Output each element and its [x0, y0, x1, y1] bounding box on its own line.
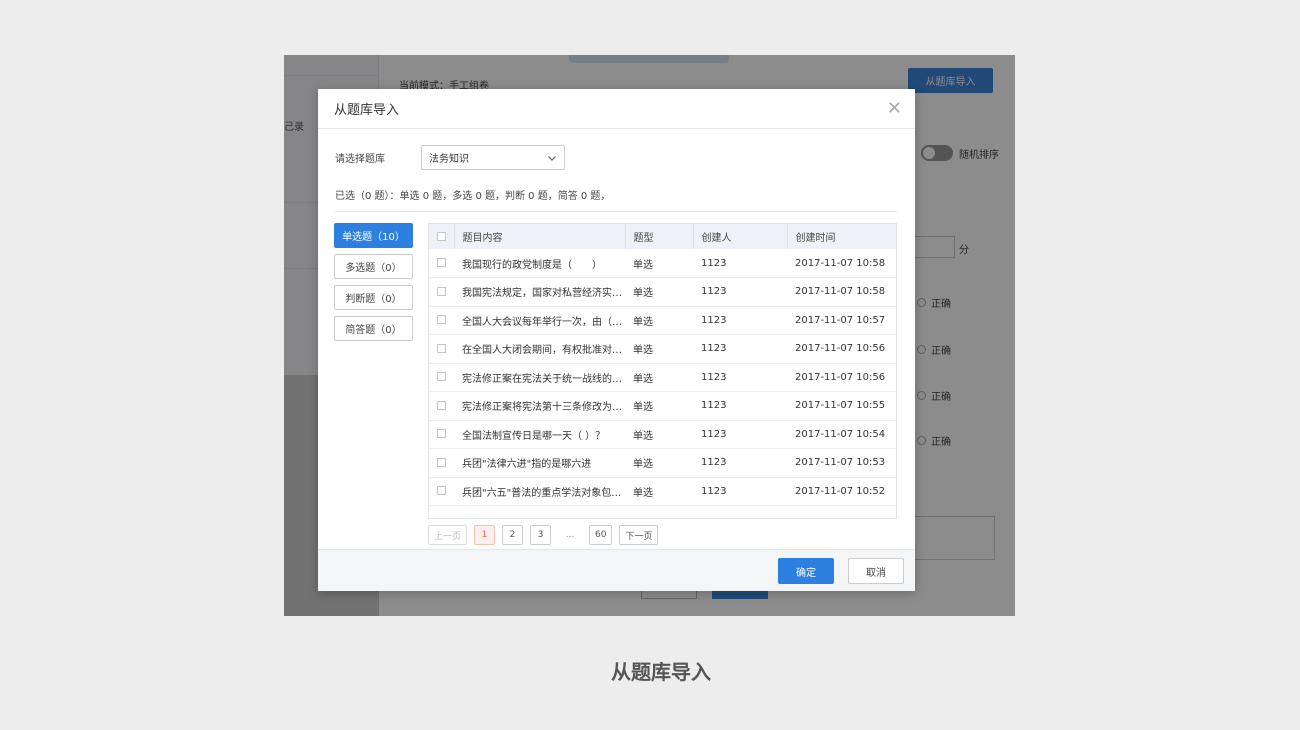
created-time-cell: 2017-11-07 10:54 — [787, 420, 896, 449]
question-type-tabs: 单选题（10） 多选题（0） 判断题（0） 简答题（0） — [334, 223, 413, 347]
table-row[interactable]: 我国现行的政党制度是（ ）单选 1123 2017-11-07 10:58 — [429, 249, 896, 278]
column-header: 创建人 — [693, 224, 788, 249]
bank-select-row: 请选择题库 法务知识 — [335, 145, 565, 170]
table-row[interactable]: 全国法制宣传日是哪一天（ ）？ 单选 1123 2017-11-07 10:54 — [429, 420, 896, 449]
created-time-cell: 2017-11-07 10:58 — [787, 249, 896, 278]
tab-true-false[interactable]: 判断题（0） — [334, 285, 413, 310]
creator-cell: 1123 — [693, 448, 787, 478]
import-modal: 从题库导入 ✕ 请选择题库 法务知识 已选（0 题）：单选 0 题，多选 0 题… — [318, 89, 915, 591]
creator-cell: 1123 — [693, 420, 787, 449]
question-table: 题目内容 题型 创建人 创建时间 我国现行的政党制度是（ ）单选 1123 2017… — [428, 223, 897, 519]
bank-label: 请选择题库 — [335, 154, 385, 165]
created-time-cell: 2017-11-07 10:56 — [787, 363, 896, 392]
table-row[interactable]: 兵团"法律六进"指的是哪六进 单选 1123 2017-11-07 10:53 — [429, 448, 896, 478]
select-all-cell — [429, 224, 455, 249]
row-checkbox[interactable] — [437, 315, 446, 325]
question-content-cell: 兵团"六五"普法的重点学法对象包… — [454, 477, 625, 506]
creator-cell: 1123 — [693, 249, 787, 278]
created-time-cell: 2017-11-07 10:58 — [787, 277, 896, 307]
question-content-cell: 兵团"法律六进"指的是哪六进 — [454, 448, 625, 478]
cancel-button[interactable]: 取消 — [848, 558, 904, 584]
creator-cell: 1123 — [693, 477, 787, 506]
table-row[interactable]: 宪法修正案将宪法第十三条修改为… 单选 1123 2017-11-07 10:55 — [429, 391, 896, 421]
row-checkbox-cell — [429, 420, 454, 449]
bank-select[interactable]: 法务知识 — [421, 145, 565, 170]
row-checkbox-cell — [429, 448, 454, 478]
modal-header: 从题库导入 ✕ — [318, 89, 915, 129]
row-checkbox-cell — [429, 477, 454, 506]
modal-title: 从题库导入 — [334, 103, 400, 118]
row-checkbox-cell — [429, 334, 454, 364]
created-time-cell: 2017-11-07 10:53 — [787, 448, 896, 478]
table-row[interactable]: 在全国人大闭会期间，有权批准对… 单选 1123 2017-11-07 10:56 — [429, 334, 896, 364]
chevron-down-icon — [548, 155, 556, 161]
pagination: 上一页 1 2 3 ... 60 下一页 — [428, 525, 665, 545]
page-button[interactable]: 1 — [474, 525, 496, 545]
column-header: 题型 — [625, 224, 694, 249]
row-checkbox-cell — [429, 363, 454, 392]
bank-select-value: 法务知识 — [429, 154, 469, 165]
page-button[interactable]: 3 — [530, 525, 552, 545]
creator-cell: 1123 — [693, 277, 787, 307]
row-checkbox[interactable] — [437, 372, 446, 382]
row-checkbox-cell — [429, 277, 454, 307]
table-row[interactable]: 宪法修正案在宪法关于统一战线的… 单选 1123 2017-11-07 10:56 — [429, 363, 896, 392]
question-content-cell: 宪法修正案将宪法第十三条修改为… — [454, 391, 625, 421]
row-checkbox-cell — [429, 249, 454, 278]
row-checkbox[interactable] — [437, 286, 446, 296]
row-checkbox-cell — [429, 306, 454, 335]
divider — [335, 211, 897, 212]
question-type-cell: 单选 — [625, 249, 693, 278]
page-ellipsis: ... — [558, 525, 583, 545]
row-checkbox[interactable] — [437, 457, 446, 467]
table-row[interactable]: 全国人大会议每年举行一次，由（… 单选 1123 2017-11-07 10:57 — [429, 306, 896, 335]
question-content-cell: 在全国人大闭会期间，有权批准对… — [454, 334, 625, 364]
tab-multiple-choice[interactable]: 多选题（0） — [334, 254, 413, 279]
created-time-cell: 2017-11-07 10:52 — [787, 477, 896, 506]
confirm-button[interactable]: 确定 — [778, 558, 834, 584]
tab-short-answer[interactable]: 简答题（0） — [334, 316, 413, 341]
question-content-cell: 我国现行的政党制度是（ ） — [454, 249, 625, 278]
next-page-button[interactable]: 下一页 — [619, 525, 659, 545]
question-content-cell: 全国法制宣传日是哪一天（ ）？ — [454, 420, 625, 449]
last-page-button[interactable]: 60 — [589, 525, 613, 545]
table-row[interactable]: 我国宪法规定，国家对私营经济实… 单选 1123 2017-11-07 10:58 — [429, 277, 896, 307]
page-button[interactable]: 2 — [502, 525, 524, 545]
modal-footer: 确定 取消 — [318, 549, 915, 591]
created-time-cell: 2017-11-07 10:56 — [787, 334, 896, 364]
close-icon[interactable]: ✕ — [887, 99, 902, 118]
question-type-cell: 单选 — [625, 334, 693, 364]
question-type-cell: 单选 — [625, 448, 693, 478]
column-header: 创建时间 — [795, 233, 836, 244]
created-time-cell: 2017-11-07 10:55 — [787, 391, 896, 421]
select-all-checkbox[interactable] — [437, 231, 446, 241]
row-checkbox[interactable] — [437, 400, 446, 410]
row-checkbox[interactable] — [437, 486, 446, 496]
tab-single-choice[interactable]: 单选题（10） — [334, 223, 413, 248]
row-checkbox[interactable] — [437, 429, 446, 439]
creator-cell: 1123 — [693, 363, 787, 392]
question-type-cell: 单选 — [625, 363, 693, 392]
question-type-cell: 单选 — [625, 277, 693, 307]
creator-cell: 1123 — [693, 306, 787, 335]
question-type-cell: 单选 — [625, 477, 693, 506]
row-checkbox[interactable] — [437, 343, 446, 353]
question-type-cell: 单选 — [625, 420, 693, 449]
page-caption: 从题库导入 — [611, 660, 711, 684]
creator-cell: 1123 — [693, 391, 787, 421]
question-content-cell: 我国宪法规定，国家对私营经济实… — [454, 277, 625, 307]
table-header: 题目内容 题型 创建人 创建时间 — [429, 224, 896, 249]
selection-summary: 已选（0 题）：单选 0 题，多选 0 题，判断 0 题，简答 0 题， — [335, 191, 611, 202]
creator-cell: 1123 — [693, 334, 787, 364]
row-checkbox-cell — [429, 391, 454, 421]
table-row[interactable]: 兵团"六五"普法的重点学法对象包… 单选 1123 2017-11-07 10:52 — [429, 477, 896, 506]
question-type-cell: 单选 — [625, 306, 693, 335]
question-content-cell: 宪法修正案在宪法关于统一战线的… — [454, 363, 625, 392]
question-content-cell: 全国人大会议每年举行一次，由（… — [454, 306, 625, 335]
created-time-cell: 2017-11-07 10:57 — [787, 306, 896, 335]
question-type-cell: 单选 — [625, 391, 693, 421]
row-checkbox[interactable] — [437, 258, 446, 267]
column-header: 题目内容 — [454, 224, 626, 249]
prev-page-button[interactable]: 上一页 — [428, 525, 468, 545]
